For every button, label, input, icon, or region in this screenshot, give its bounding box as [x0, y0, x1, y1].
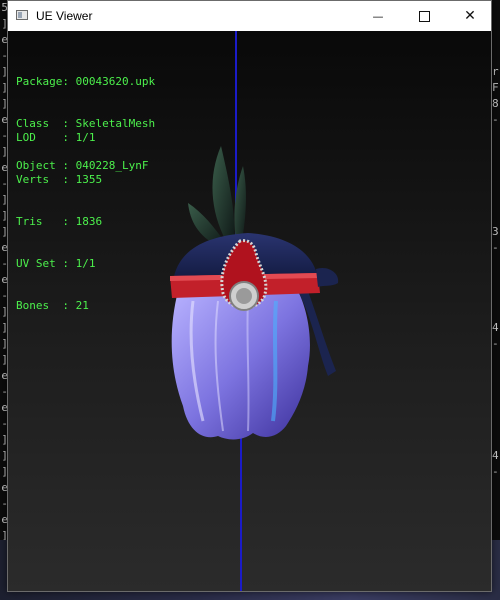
console-char: [492, 192, 500, 208]
console-char: 4: [492, 449, 499, 462]
background-console-right: rF 8 - 3 - 4 - 4 -: [492, 0, 500, 540]
console-char: [492, 176, 500, 192]
close-button[interactable]: ✕: [447, 1, 493, 31]
3d-viewport[interactable]: Package: 00043620.upk Class : SkeletalMe…: [8, 31, 491, 591]
console-char: -: [492, 241, 499, 254]
console-char: [492, 160, 500, 176]
minimize-button[interactable]: —: [355, 1, 401, 31]
package-line: Package: 00043620.upk: [16, 75, 156, 88]
window-title: UE Viewer: [36, 9, 93, 23]
tris-line: Tris : 1836: [16, 215, 103, 228]
console-char: -: [492, 465, 499, 478]
maximize-icon: [418, 10, 430, 22]
console-char: [492, 496, 500, 512]
console-char: [492, 48, 500, 64]
console-char: [492, 256, 500, 272]
console-char: [492, 0, 500, 16]
title-bar[interactable]: UE Viewer — ✕: [8, 1, 491, 31]
console-char: -: [492, 113, 499, 126]
console-char: -: [492, 337, 499, 350]
console-char: 3: [492, 225, 499, 238]
console-char: r: [492, 65, 499, 78]
console-char: [492, 288, 500, 304]
console-char: [492, 304, 500, 320]
hat-hair-model: [170, 146, 339, 440]
close-icon: ✕: [464, 8, 476, 24]
console-char: [492, 384, 500, 400]
console-char: [492, 416, 500, 432]
console-char: [492, 144, 500, 160]
console-char: [492, 432, 500, 448]
maximize-button[interactable]: [401, 1, 447, 31]
console-char: [492, 368, 500, 384]
console-char: [492, 480, 500, 496]
console-char: [492, 400, 500, 416]
window-icon: [16, 10, 28, 20]
console-char: [492, 352, 500, 368]
console-char: 4: [492, 321, 499, 334]
minimize-icon: —: [372, 9, 384, 23]
console-char: [492, 272, 500, 288]
ue-viewer-window[interactable]: UE Viewer — ✕ Package: 00043620.upk Clas…: [7, 0, 492, 592]
console-char: [492, 128, 500, 144]
console-char: 8: [492, 97, 499, 110]
console-char: [492, 208, 500, 224]
bones-line: Bones : 21: [16, 299, 89, 312]
mesh-stats: LOD : 1/1 Verts : 1355 Tris : 1836 UV Se…: [16, 103, 102, 341]
console-char: [492, 16, 500, 32]
console-char: [492, 32, 500, 48]
lod-line: LOD : 1/1: [16, 131, 96, 144]
uv-set-line: UV Set : 1/1: [16, 257, 96, 270]
verts-line: Verts : 1355: [16, 173, 103, 186]
console-char: F: [492, 81, 499, 94]
